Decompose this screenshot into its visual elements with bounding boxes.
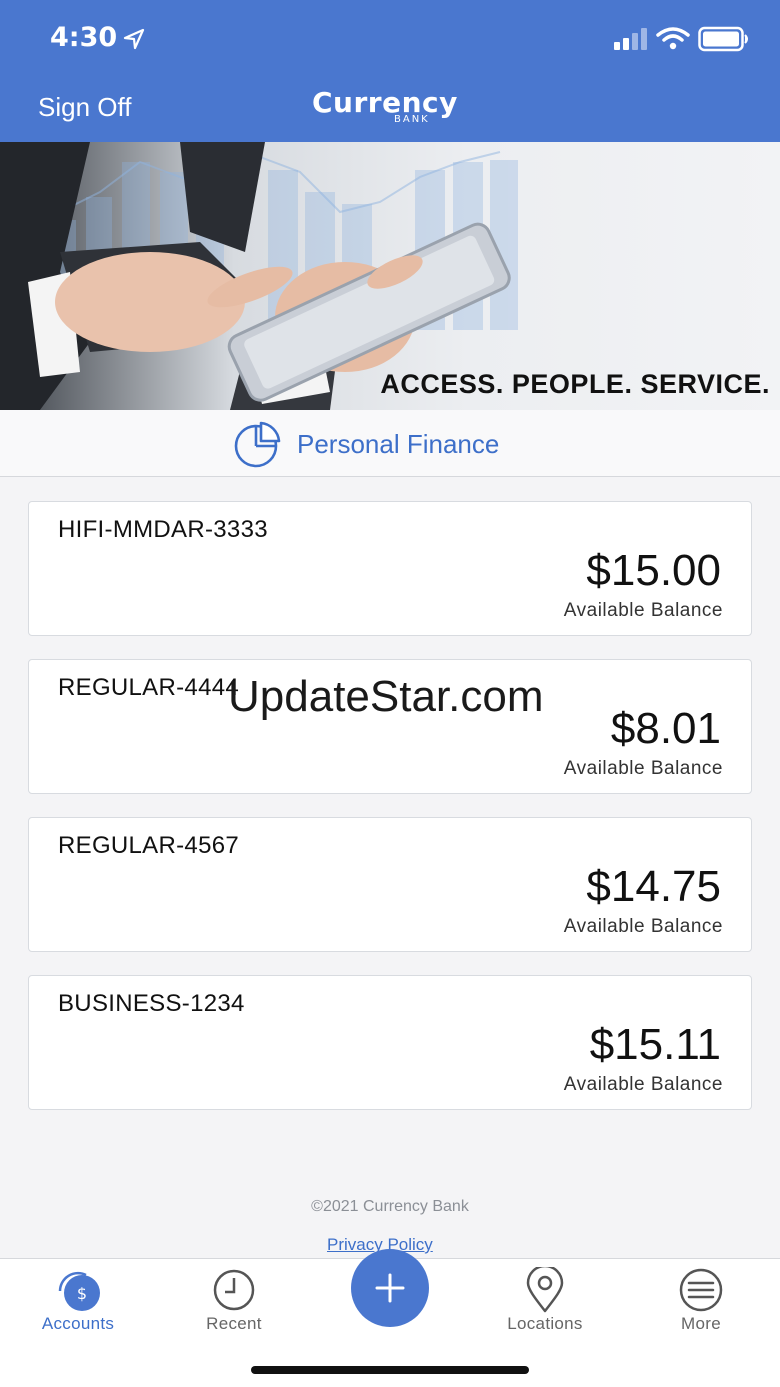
logo-wordmark: Currency <box>312 86 458 119</box>
tab-recent-label: Recent <box>206 1314 262 1333</box>
account-balance: $15.11 <box>589 1020 721 1069</box>
account-name: REGULAR-4567 <box>58 832 240 859</box>
account-card-regular-4567[interactable]: REGULAR-4567 $14.75 Available Balance <box>28 817 752 952</box>
currency-bank-logo: Currency BANK <box>312 86 470 128</box>
plus-icon <box>375 1273 405 1303</box>
app-header: 4:30 Sign Off Currency BANK <box>0 0 780 142</box>
svg-text:$: $ <box>77 1284 87 1303</box>
status-time: 4:30 <box>50 22 118 53</box>
personal-finance-label: Personal Finance <box>297 429 500 459</box>
promo-banner: ACCESS. PEOPLE. SERVICE. <box>0 142 780 410</box>
sign-off-button[interactable]: Sign Off <box>38 92 131 123</box>
account-card-business-1234[interactable]: BUSINESS-1234 $15.11 Available Balance <box>28 975 752 1110</box>
tab-accounts-label: Accounts <box>41 1314 115 1333</box>
map-pin-icon <box>526 1267 564 1313</box>
available-balance-label: Available Balance <box>563 916 723 937</box>
location-arrow-icon <box>123 28 145 50</box>
tab-recent[interactable]: Recent <box>174 1259 294 1339</box>
account-balance: $15.00 <box>586 546 721 595</box>
clock-icon <box>213 1269 255 1311</box>
banner-tagline: ACCESS. PEOPLE. SERVICE. <box>380 369 770 399</box>
tab-locations-label: Locations <box>507 1314 583 1333</box>
account-card-hifi-mmdar-3333[interactable]: HIFI-MMDAR-3333 $15.00 Available Balance <box>28 501 752 636</box>
accounts-dollar-icon: $ <box>58 1271 100 1311</box>
account-balance: $8.01 <box>610 704 721 753</box>
logo-subtext: BANK <box>394 114 430 125</box>
menu-icon <box>679 1268 723 1312</box>
home-indicator <box>251 1366 529 1374</box>
wifi-icon <box>656 27 690 50</box>
cellular-signal-icon <box>614 28 647 50</box>
add-transaction-button[interactable] <box>351 1249 429 1327</box>
tab-locations[interactable]: Locations <box>485 1259 605 1339</box>
battery-icon <box>698 26 748 52</box>
pie-chart-icon <box>234 421 281 468</box>
watermark-text: UpdateStar.com <box>228 672 544 721</box>
tab-more-label: More <box>681 1314 721 1333</box>
account-name: REGULAR-4444 <box>58 674 240 701</box>
tab-more[interactable]: More <box>641 1259 761 1339</box>
available-balance-label: Available Balance <box>563 1074 723 1095</box>
available-balance-label: Available Balance <box>563 600 723 621</box>
copyright-text: ©2021 Currency Bank <box>311 1198 469 1215</box>
account-name: BUSINESS-1234 <box>58 990 245 1017</box>
account-name: HIFI-MMDAR-3333 <box>58 516 268 543</box>
available-balance-label: Available Balance <box>563 758 723 779</box>
account-balance: $14.75 <box>586 862 721 911</box>
personal-finance-link[interactable]: Personal Finance <box>0 410 780 477</box>
tab-accounts[interactable]: $ Accounts <box>18 1259 138 1339</box>
